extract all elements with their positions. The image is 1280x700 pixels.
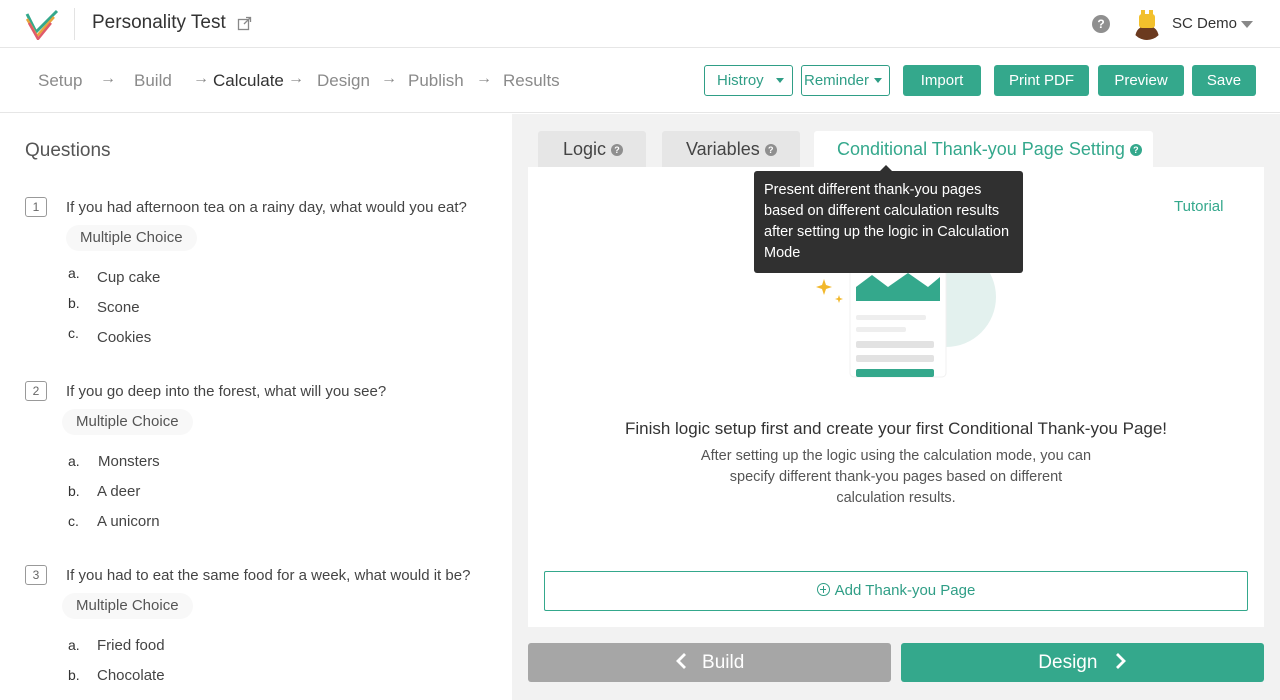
tooltip: Present different thank-you pages based … — [754, 171, 1023, 273]
option-text[interactable]: Cookies — [97, 329, 151, 346]
add-thank-you-page-label: Add Thank-you Page — [834, 582, 976, 599]
step-publish[interactable]: Publish — [408, 71, 464, 91]
help-circle-icon[interactable]: ? — [611, 144, 624, 156]
chevron-right-icon — [1115, 653, 1126, 669]
option-letter: a. — [68, 453, 80, 469]
next-to-design-button[interactable]: Design — [901, 643, 1264, 682]
option-text[interactable]: Fried food — [97, 637, 165, 654]
settings-panel: Logic? Variables? Conditional Thank-you … — [512, 114, 1280, 700]
option-text[interactable]: Scone — [97, 299, 140, 316]
help-icon[interactable]: ? — [1092, 15, 1110, 33]
top-bar: Personality Test ? SC Demo — [0, 0, 1280, 48]
question-text[interactable]: If you go deep into the forest, what wil… — [66, 383, 386, 400]
tab-conditional-thank-you[interactable]: Conditional Thank-you Page Setting? — [814, 131, 1153, 167]
question-number: 3 — [25, 565, 47, 585]
question-type-badge: Multiple Choice — [62, 409, 193, 435]
question-type-badge: Multiple Choice — [66, 225, 197, 251]
option-letter: c. — [68, 513, 79, 529]
preview-button[interactable]: Preview — [1098, 65, 1184, 96]
step-navigation: Setup → Build → Calculate → Design → Pub… — [0, 49, 1280, 113]
option-text[interactable]: Cup cake — [97, 269, 160, 286]
help-circle-icon[interactable]: ? — [764, 144, 777, 156]
option-letter: a. — [68, 637, 80, 653]
step-setup[interactable]: Setup — [38, 71, 82, 91]
question-number: 1 — [25, 197, 47, 217]
arrow-right-icon: → — [193, 70, 209, 87]
option-letter: b. — [68, 483, 80, 499]
option-letter: c. — [68, 325, 79, 341]
arrow-right-icon: → — [381, 70, 397, 87]
tab-label: Logic — [563, 139, 607, 159]
add-thank-you-page-button[interactable]: Add Thank-you Page — [544, 571, 1248, 611]
avatar[interactable] — [1131, 8, 1163, 40]
tab-label: Conditional Thank-you Page Setting — [837, 139, 1125, 159]
page-title: Personality Test — [92, 12, 226, 33]
back-to-build-button[interactable]: Build — [528, 643, 891, 682]
caret-down-icon — [776, 78, 784, 83]
arrow-right-icon: → — [100, 70, 116, 87]
question-text[interactable]: If you had to eat the same food for a we… — [66, 567, 470, 584]
save-button[interactable]: Save — [1192, 65, 1256, 96]
option-text[interactable]: Monsters — [98, 453, 160, 470]
logo-divider — [74, 8, 75, 40]
empty-state-heading: Finish logic setup first and create your… — [624, 419, 1168, 438]
empty-state-description: After setting up the logic using the cal… — [700, 448, 1092, 506]
arrow-right-icon: → — [288, 70, 304, 87]
option-text[interactable]: A deer — [97, 483, 140, 500]
step-calculate[interactable]: Calculate — [213, 71, 284, 91]
option-text[interactable]: A unicorn — [97, 513, 160, 530]
tab-logic[interactable]: Logic? — [538, 131, 646, 167]
reminder-label: Reminder — [804, 72, 870, 89]
option-letter: a. — [68, 265, 80, 281]
step-results[interactable]: Results — [503, 71, 560, 91]
arrow-right-icon: → — [476, 70, 492, 87]
help-circle-icon[interactable]: ? — [1129, 144, 1142, 156]
plus-circle-icon — [816, 583, 830, 596]
question-type-badge: Multiple Choice — [62, 593, 193, 619]
history-dropdown[interactable]: Histroy — [704, 65, 793, 96]
next-label: Design — [1038, 652, 1098, 673]
tab-label: Variables — [686, 139, 760, 159]
caret-down-icon — [874, 78, 882, 83]
tab-variables[interactable]: Variables? — [662, 131, 800, 167]
caret-down-icon[interactable] — [1241, 21, 1253, 28]
print-pdf-button[interactable]: Print PDF — [994, 65, 1089, 96]
history-label: Histroy — [717, 72, 764, 89]
tutorial-link[interactable]: Tutorial — [1174, 198, 1223, 215]
import-button[interactable]: Import — [903, 65, 981, 96]
question-text[interactable]: If you had afternoon tea on a rainy day,… — [66, 199, 467, 216]
option-letter: b. — [68, 667, 80, 683]
back-label: Build — [702, 652, 745, 673]
option-text[interactable]: Chocolate — [97, 667, 165, 684]
questions-panel: Questions 1 If you had afternoon tea on … — [0, 114, 512, 700]
option-letter: b. — [68, 295, 80, 311]
chevron-left-icon — [675, 653, 686, 669]
question-number: 2 — [25, 381, 47, 401]
user-name[interactable]: SC Demo — [1172, 15, 1237, 32]
reminder-dropdown[interactable]: Reminder — [801, 65, 890, 96]
step-build[interactable]: Build — [134, 71, 172, 91]
questions-title: Questions — [25, 140, 111, 161]
external-link-icon[interactable] — [237, 16, 252, 31]
app-logo-icon[interactable] — [24, 8, 60, 40]
step-design[interactable]: Design — [317, 71, 370, 91]
